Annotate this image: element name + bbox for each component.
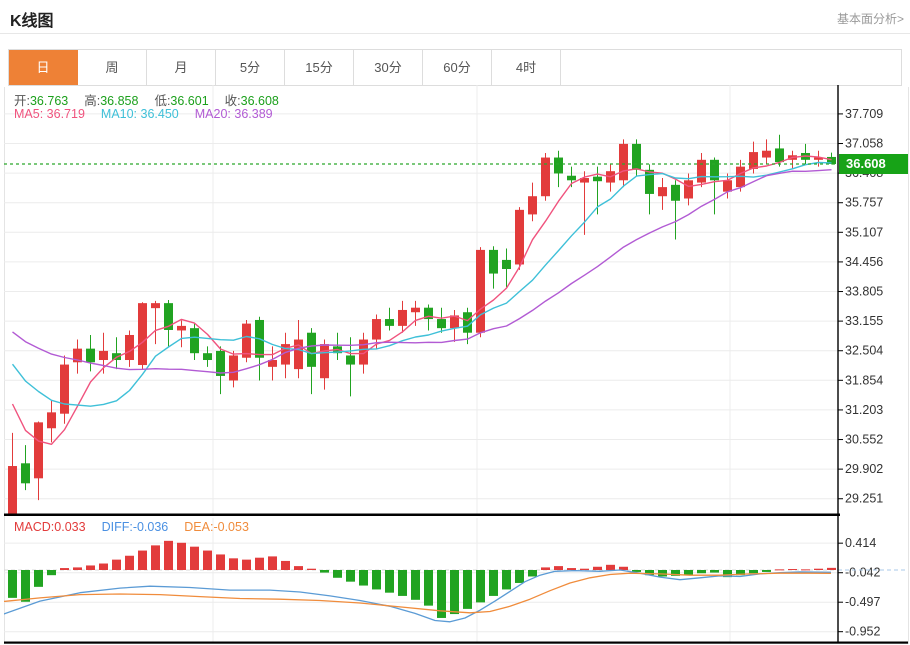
svg-text:33.155: 33.155 <box>845 314 883 328</box>
low-value: 36.601 <box>170 94 209 108</box>
ma-readout: MA5: 36.719 MA10: 36.450 MA20: 36.389 <box>14 107 289 121</box>
ma10-label: MA10: <box>100 107 138 121</box>
high-value: 36.858 <box>100 94 139 108</box>
open-value: 36.763 <box>29 94 69 108</box>
svg-text:35.107: 35.107 <box>845 225 883 239</box>
close-value: 36.608 <box>240 94 279 108</box>
svg-text:37.058: 37.058 <box>845 137 883 151</box>
ma10-value: 36.450 <box>140 107 179 121</box>
macd-value: 0.033 <box>54 520 86 534</box>
svg-text:31.203: 31.203 <box>845 403 883 417</box>
macd-label: MACD: <box>14 520 55 534</box>
ma20-value: 36.389 <box>234 107 273 121</box>
svg-text:31.854: 31.854 <box>845 373 883 387</box>
svg-text:34.456: 34.456 <box>845 255 883 269</box>
svg-text:-0.497: -0.497 <box>845 595 880 609</box>
svg-text:-0.042: -0.042 <box>845 566 880 580</box>
svg-text:29.251: 29.251 <box>845 492 883 506</box>
diff-value: -0.036 <box>132 520 169 534</box>
dea-value: -0.053 <box>213 520 249 534</box>
diff-label: DIFF: <box>101 520 133 534</box>
svg-text:37.709: 37.709 <box>845 107 883 121</box>
svg-text:-0.952: -0.952 <box>845 625 880 639</box>
last-price-badge: 36.608 <box>839 154 908 174</box>
macd-readout: MACD:0.033 DIFF:-0.036 DEA:-0.053 <box>14 520 265 534</box>
svg-text:29.902: 29.902 <box>845 462 883 476</box>
ma20-label: MA20: <box>194 107 231 121</box>
svg-text:30.552: 30.552 <box>845 433 883 447</box>
low-label: 低: <box>154 94 171 108</box>
svg-text:0.414: 0.414 <box>845 536 876 550</box>
dea-label: DEA: <box>184 520 214 534</box>
svg-text:32.504: 32.504 <box>845 344 883 358</box>
ma5-label: MA5: <box>14 107 44 121</box>
open-label: 开: <box>14 94 30 108</box>
svg-text:33.805: 33.805 <box>845 285 883 299</box>
kline-page: K线图 基本面分析> 日周月 5分 15分 30分 60分 4时 37.709 37.058… <box>0 0 910 645</box>
svg-text:35.757: 35.757 <box>845 196 883 210</box>
close-label: 收: <box>224 94 241 108</box>
ma5-value: 36.719 <box>46 107 85 121</box>
high-label: 高: <box>84 94 101 108</box>
